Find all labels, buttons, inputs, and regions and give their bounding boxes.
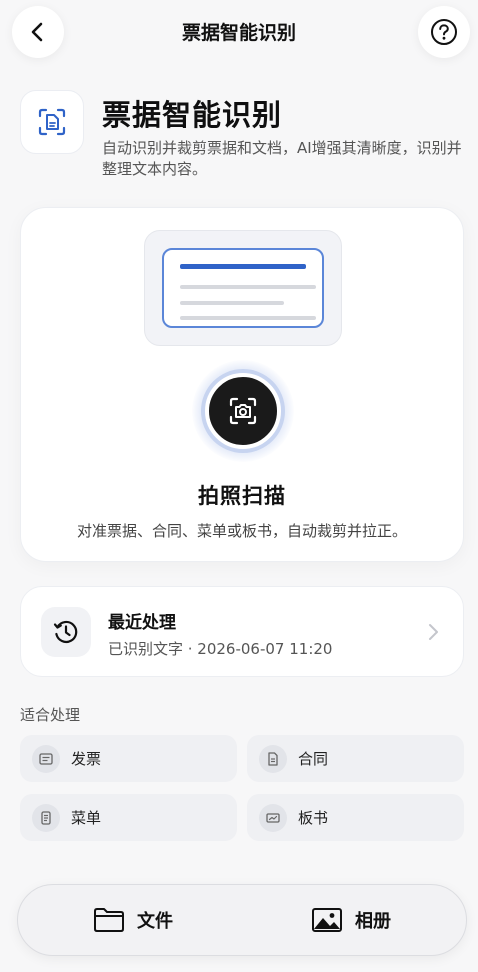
folder-icon	[94, 908, 124, 932]
album-button[interactable]: 相册	[311, 885, 391, 955]
scan-card[interactable]: 拍照扫描 对准票据、合同、菜单或板书，自动裁剪并拉正。	[20, 207, 464, 562]
file-button[interactable]: 文件	[93, 885, 173, 955]
category-chip-blackboard[interactable]: 板书	[247, 794, 464, 841]
contract-icon	[259, 744, 287, 773]
blackboard-icon	[259, 803, 287, 832]
shutter-ring	[201, 369, 285, 453]
doc-line	[180, 316, 316, 320]
chip-label: 发票	[71, 750, 102, 768]
category-chip-invoice[interactable]: 发票	[20, 735, 237, 782]
scan-description: 对准票据、合同、菜单或板书，自动裁剪并拉正。	[76, 522, 407, 540]
chip-label: 板书	[298, 809, 329, 827]
history-icon	[53, 620, 78, 644]
doc-line	[180, 301, 284, 305]
file-button-label: 文件	[137, 911, 173, 932]
recent-subtitle: 已识别文字 · 2026-06-07 11:20	[108, 640, 333, 658]
chevron-right-icon	[429, 624, 438, 640]
document-scan-icon	[38, 108, 66, 136]
scan-title: 拍照扫描	[198, 484, 286, 508]
help-button[interactable]	[418, 6, 470, 58]
bottom-action-bar: 文件 相册	[17, 884, 467, 956]
recent-icon-tile	[41, 607, 91, 657]
camera-scan-icon	[229, 397, 257, 425]
photo-album-icon	[312, 908, 342, 932]
chip-label: 菜单	[71, 809, 102, 827]
doc-line	[180, 285, 316, 289]
page-title: 票据智能识别	[181, 22, 296, 44]
hero-icon-tile	[20, 90, 84, 154]
question-icon	[431, 19, 457, 45]
hero-description: 自动识别并裁剪票据和文档，AI增强其清晰度，识别并整理文本内容。	[102, 139, 462, 178]
category-chip-contract[interactable]: 合同	[247, 735, 464, 782]
chip-label: 合同	[298, 750, 329, 768]
category-chip-menu[interactable]: 菜单	[20, 794, 237, 841]
recent-title: 最近处理	[108, 613, 176, 633]
recent-processing-card[interactable]: 最近处理 已识别文字 · 2026-06-07 11:20	[20, 586, 464, 677]
section-label-suitable: 适合处理	[20, 706, 81, 724]
menu-icon	[32, 803, 60, 832]
document-preview-illustration	[144, 230, 342, 346]
hero-title: 票据智能识别	[102, 98, 283, 132]
document-paper	[162, 248, 324, 328]
invoice-icon	[32, 744, 60, 773]
album-button-label: 相册	[355, 911, 391, 932]
top-bar: 票据智能识别	[0, 0, 478, 64]
camera-shutter-button[interactable]	[205, 373, 281, 449]
doc-line-accent	[180, 264, 306, 269]
